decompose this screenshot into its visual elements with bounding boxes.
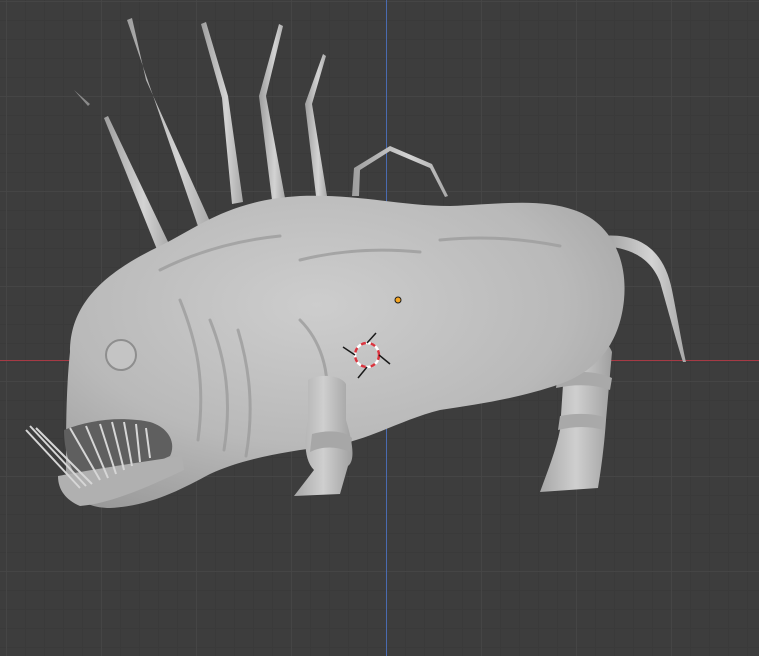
3d-viewport[interactable] xyxy=(0,0,759,656)
back-hook xyxy=(352,146,448,197)
creature-mesh[interactable] xyxy=(25,18,686,508)
object-origin-dot xyxy=(394,296,402,304)
scene-canvas[interactable] xyxy=(0,0,759,656)
spike-3 xyxy=(201,22,243,204)
eye xyxy=(105,339,137,371)
spike-1 xyxy=(104,116,170,252)
spike-4 xyxy=(259,24,285,200)
spike-tiny xyxy=(74,90,90,106)
spike-5 xyxy=(305,54,327,196)
